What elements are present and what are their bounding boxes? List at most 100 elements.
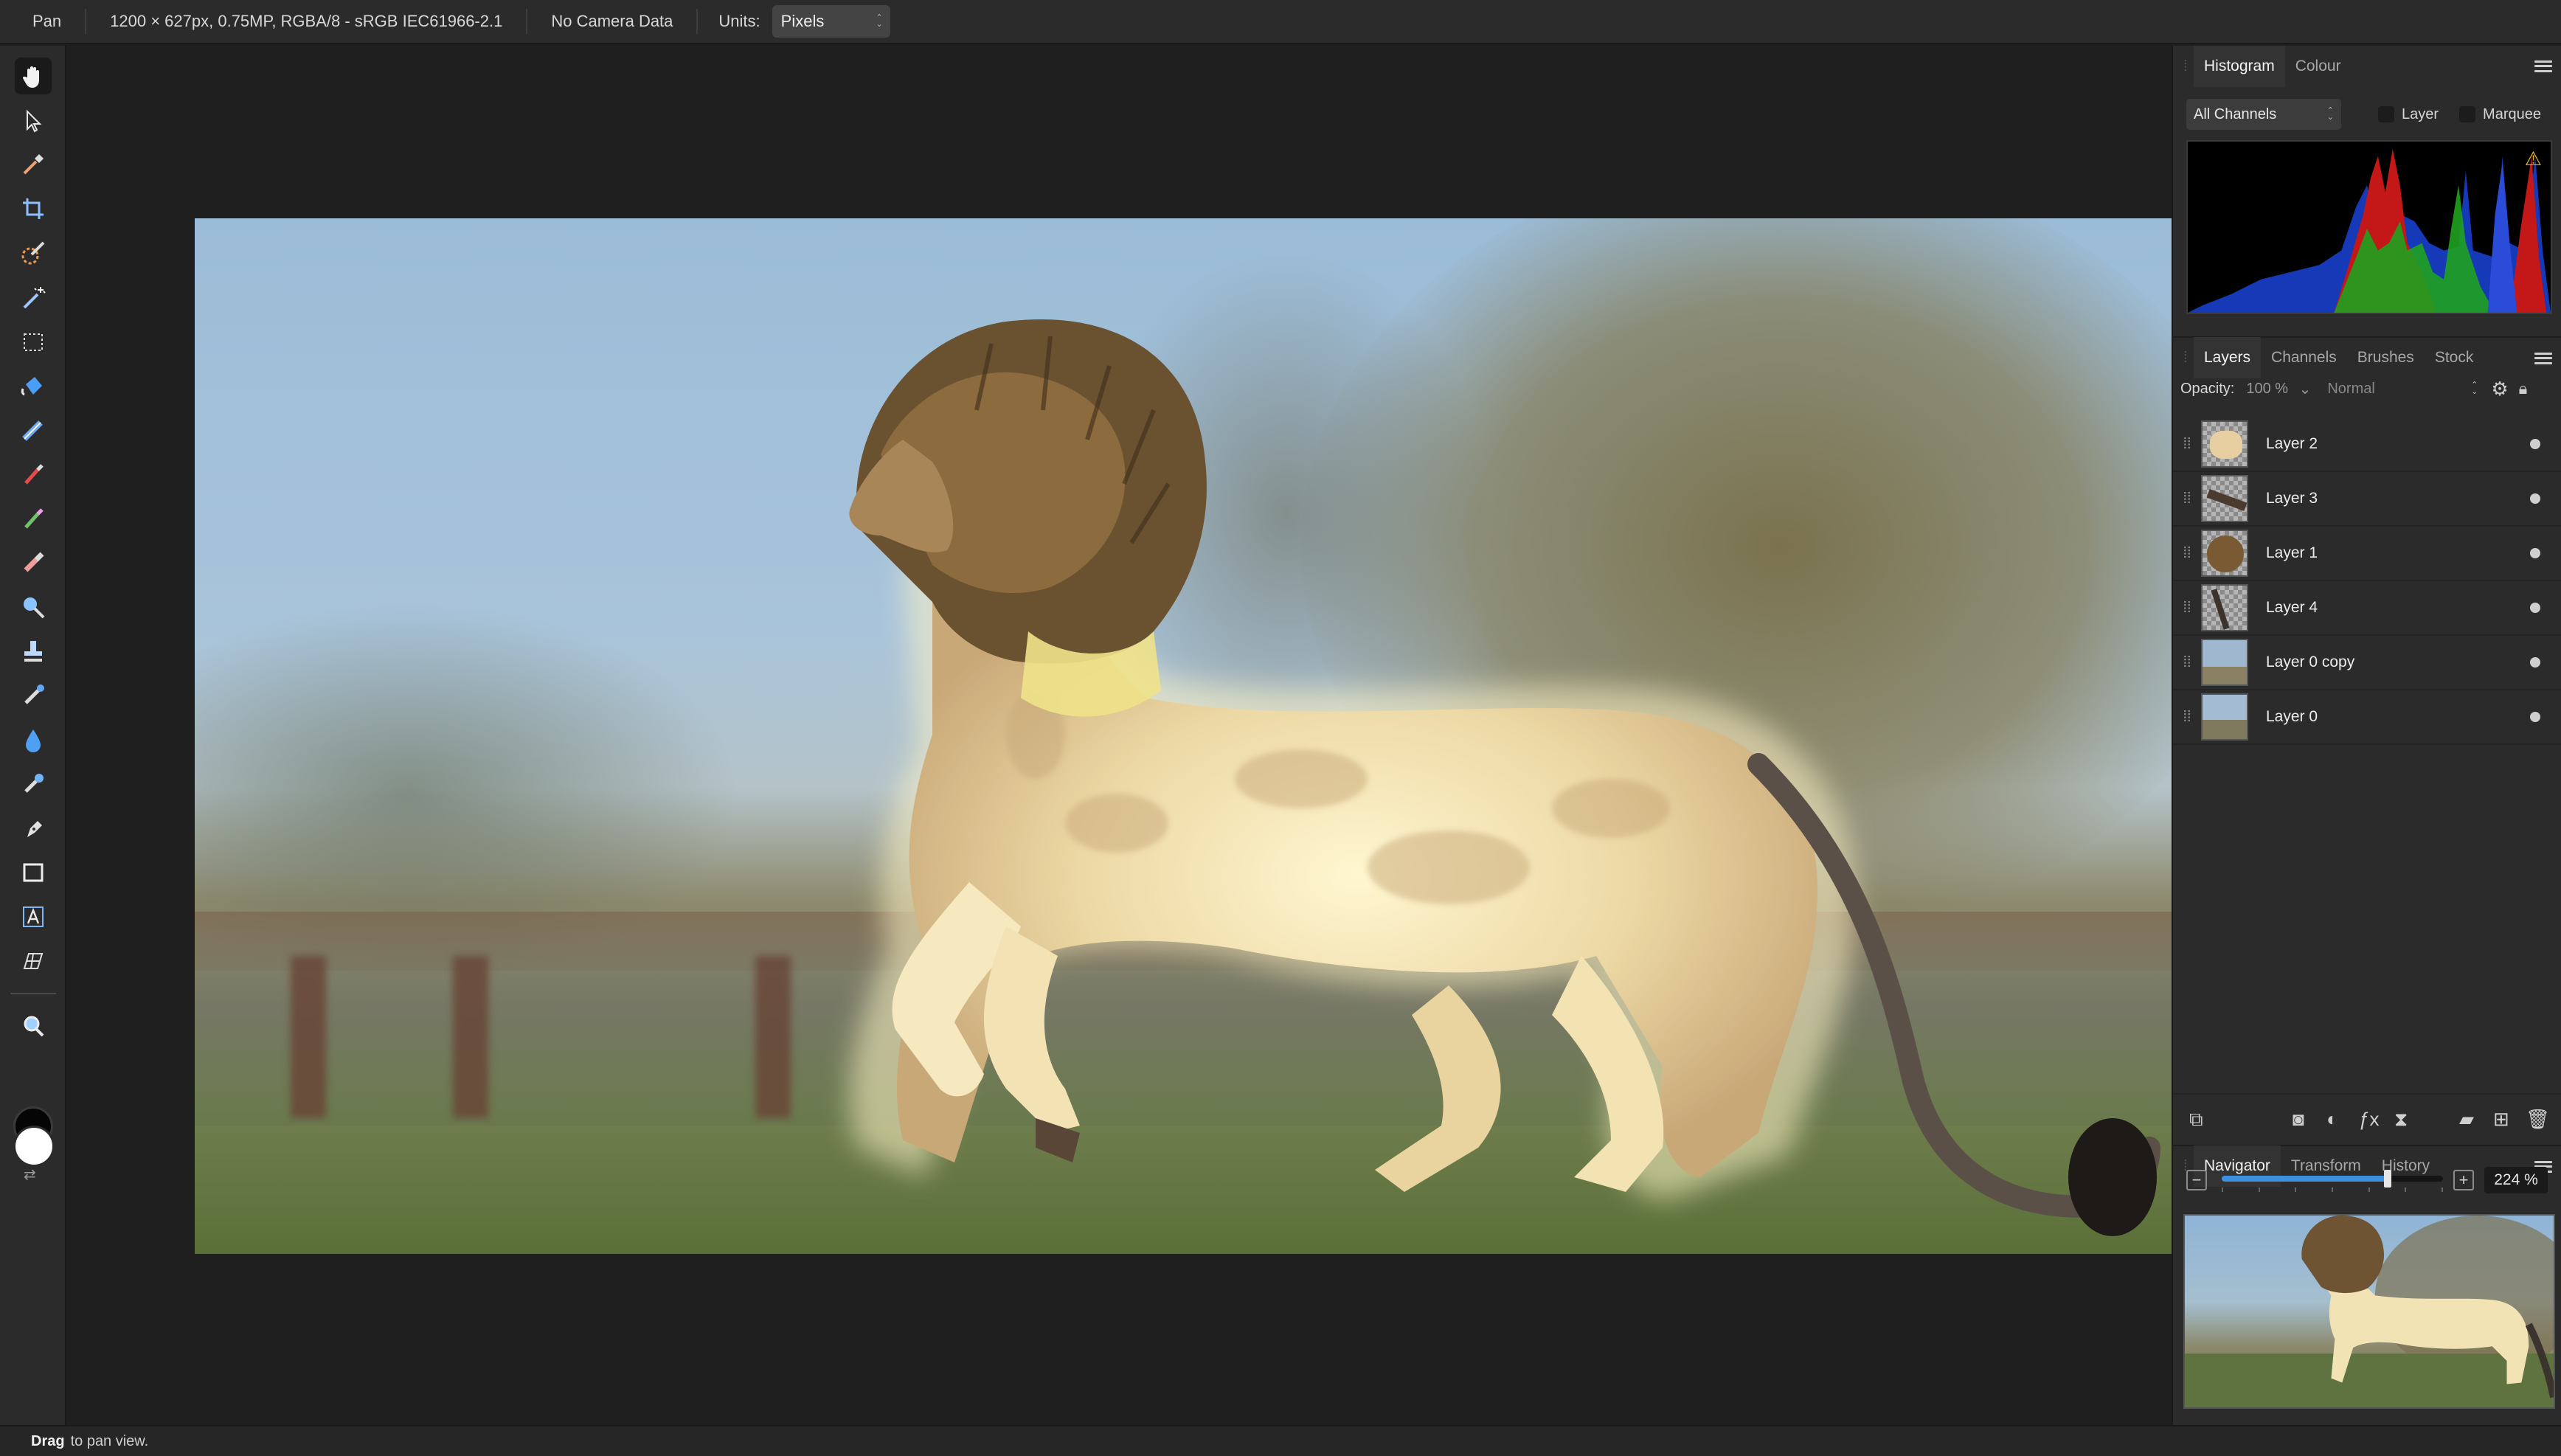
clone-stamp-tool[interactable] xyxy=(15,633,52,670)
healing-brush-tool[interactable] xyxy=(15,677,52,714)
flood-fill-tool[interactable] xyxy=(15,367,52,404)
erase-brush-icon xyxy=(24,552,44,572)
fx-icon[interactable]: ƒx xyxy=(2359,1108,2379,1131)
gradient-tool[interactable] xyxy=(15,412,52,448)
color-picker-tool[interactable] xyxy=(15,146,52,183)
swap-colors-icon[interactable]: ⇄ xyxy=(24,1165,36,1184)
zoom-tool[interactable] xyxy=(15,1008,52,1044)
visibility-toggle[interactable] xyxy=(2530,657,2540,668)
trash-icon[interactable]: 🗑︎ xyxy=(2526,1108,2550,1131)
layer-row[interactable]: ⁞⁞ Layer 0 copy xyxy=(2173,636,2561,690)
thumbnail-content xyxy=(2206,489,2247,511)
layer-opacity-row: Opacity: 100 % ⌄ Normal ⌃ ⌄ ⚙ 🔒︎ xyxy=(2180,372,2557,406)
zoom-in-button[interactable]: + xyxy=(2453,1170,2474,1190)
pen-icon xyxy=(27,821,42,837)
drag-handle-icon[interactable]: ⁞⁞ xyxy=(2173,545,2201,562)
layer-checkbox[interactable]: Layer xyxy=(2378,106,2439,123)
blend-mode-select[interactable]: Normal ⌃ ⌄ xyxy=(2321,375,2484,402)
units-group: Units: Pixels ⌃ ⌄ xyxy=(698,5,913,38)
marquee-icon xyxy=(24,333,43,351)
layer-row[interactable]: ⁞⁞ Layer 2 xyxy=(2173,417,2561,472)
drag-handle-icon[interactable]: ⁞⁞ xyxy=(2173,436,2201,453)
hand-tool[interactable] xyxy=(15,58,52,94)
pen-tool[interactable] xyxy=(15,810,52,847)
gear-icon[interactable]: ⚙ xyxy=(2491,378,2508,401)
selection-brush-icon xyxy=(21,241,45,265)
selection-brush-tool[interactable] xyxy=(15,235,52,271)
checkbox-icon[interactable] xyxy=(2459,106,2476,122)
checkbox-icon[interactable] xyxy=(2378,106,2394,122)
zoom-out-button[interactable]: − xyxy=(2186,1170,2207,1190)
erase-brush-tool[interactable] xyxy=(15,544,52,581)
drag-handle-icon[interactable]: ⁞⁞ xyxy=(2173,654,2201,671)
document-canvas[interactable] xyxy=(195,218,2177,1254)
visibility-toggle[interactable] xyxy=(2530,712,2540,722)
status-text: to pan view. xyxy=(70,1432,149,1449)
layer-row[interactable]: ⁞⁞ Layer 4 xyxy=(2173,581,2561,636)
histogram-tabs: ⁞ Histogram Colour xyxy=(2173,46,2561,87)
panel-menu-icon[interactable] xyxy=(2533,348,2554,369)
gradient-icon xyxy=(22,420,43,441)
histogram-graph: ⚠ xyxy=(2186,140,2552,314)
layer-options-icon[interactable]: ⧉ xyxy=(2189,1108,2203,1131)
tab-colour[interactable]: Colour xyxy=(2285,46,2352,87)
mesh-warp-tool[interactable] xyxy=(15,943,52,980)
composite-lion-horse-image xyxy=(849,319,2160,1236)
color-replacement-tool[interactable] xyxy=(15,500,52,537)
panel-grip-icon[interactable]: ⁞ xyxy=(2183,350,2194,367)
layer-row[interactable]: ⁞⁞ Layer 1 xyxy=(2173,527,2561,581)
drag-handle-icon[interactable]: ⁞⁞ xyxy=(2173,709,2201,726)
marquee-check-label: Marquee xyxy=(2483,105,2541,122)
folder-icon[interactable]: ▰ xyxy=(2459,1108,2474,1131)
drag-handle-icon[interactable]: ⁞⁞ xyxy=(2173,490,2201,507)
units-label: Units: xyxy=(718,12,760,30)
layer-row[interactable]: ⁞⁞ Layer 3 xyxy=(2173,472,2561,527)
adjustment-icon[interactable]: ◐ xyxy=(2326,1108,2338,1131)
primary-color-swatch[interactable] xyxy=(13,1126,55,1167)
rectangle-tool[interactable] xyxy=(15,854,52,891)
layer-row[interactable]: ⁞⁞ Layer 0 xyxy=(2173,690,2561,745)
status-bold: Drag xyxy=(31,1432,65,1449)
blur-brush-tool[interactable] xyxy=(15,721,52,758)
dodge-tool[interactable] xyxy=(15,589,52,625)
healing-brush-icon xyxy=(24,684,44,704)
layer-name: Layer 0 xyxy=(2266,708,2318,725)
canvas-area[interactable] xyxy=(68,46,2177,1425)
live-filter-icon[interactable]: ⧗ xyxy=(2394,1108,2408,1131)
histogram-controls: All Channels ⌃ ⌄ Layer Marquee xyxy=(2186,97,2555,131)
paint-brush-tool[interactable] xyxy=(15,456,52,493)
flood-select-tool[interactable] xyxy=(15,279,52,316)
zoom-icon xyxy=(24,1016,44,1037)
channels-value: All Channels xyxy=(2194,105,2277,122)
zoom-value-field[interactable]: 224 % xyxy=(2484,1167,2548,1193)
channels-select[interactable]: All Channels ⌃ ⌄ xyxy=(2186,99,2341,130)
tab-histogram[interactable]: Histogram xyxy=(2194,46,2285,87)
layer-thumbnail xyxy=(2201,639,2248,686)
visibility-toggle[interactable] xyxy=(2530,548,2540,558)
smudge-tool[interactable] xyxy=(15,766,52,802)
thumbnail-content xyxy=(2203,695,2247,720)
color-replacement-icon xyxy=(24,508,44,529)
crop-tool[interactable] xyxy=(15,190,52,227)
visibility-toggle[interactable] xyxy=(2530,439,2540,449)
mask-icon[interactable]: ◙ xyxy=(2293,1108,2304,1131)
marquee-tool[interactable] xyxy=(15,323,52,360)
marquee-checkbox[interactable]: Marquee xyxy=(2459,106,2541,123)
blur-brush-icon xyxy=(26,729,41,752)
text-tool[interactable] xyxy=(15,898,52,935)
zoom-slider[interactable] xyxy=(2222,1167,2443,1196)
panel-grip-icon[interactable]: ⁞ xyxy=(2183,58,2194,75)
navigator-preview[interactable] xyxy=(2183,1214,2555,1409)
opacity-field[interactable]: 100 % ⌄ xyxy=(2242,375,2315,402)
layer-thumbnail xyxy=(2201,530,2248,577)
move-tool[interactable] xyxy=(15,102,52,139)
units-select[interactable]: Pixels ⌃ ⌄ xyxy=(772,5,890,38)
lock-icon[interactable]: 🔒︎ xyxy=(2519,379,2528,398)
zoom-slider-handle[interactable] xyxy=(2384,1170,2391,1188)
drag-handle-icon[interactable]: ⁞⁞ xyxy=(2173,600,2201,617)
visibility-toggle[interactable] xyxy=(2530,493,2540,504)
panel-menu-icon[interactable] xyxy=(2533,56,2554,77)
add-layer-icon[interactable]: ⊞ xyxy=(2493,1108,2509,1131)
visibility-toggle[interactable] xyxy=(2530,603,2540,613)
updown-icon: ⌃ ⌄ xyxy=(876,13,883,29)
